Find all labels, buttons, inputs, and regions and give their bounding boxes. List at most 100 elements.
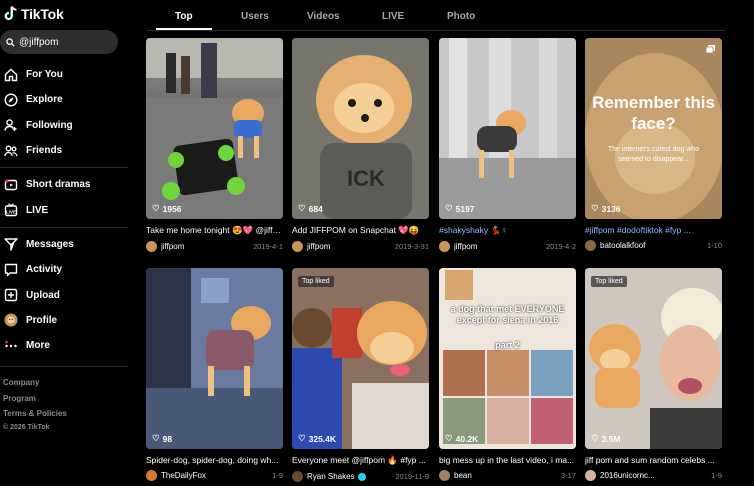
sidebar: TikTok @jiffpom For You Explore Followin… xyxy=(0,0,132,486)
author-name[interactable]: jiffpom xyxy=(161,242,253,251)
nav-label: Profile xyxy=(26,314,58,326)
nav-messages[interactable]: Messages xyxy=(0,232,132,257)
video-card[interactable]: a dog that met EVERYONE except for siena… xyxy=(439,268,576,481)
avatar-icon xyxy=(4,313,18,327)
video-card[interactable]: ♡ 5197 #shakyshaky 💃♀ jiffpom 2019-4-2 xyxy=(439,38,576,252)
nav-activity[interactable]: Activity xyxy=(0,257,132,282)
ryan-shakes-image xyxy=(292,268,429,449)
video-thumbnail[interactable]: ♡ 1956 xyxy=(146,38,283,219)
video-card[interactable]: ♡ 98 Spider-dog, spider-dog, doing wh... … xyxy=(146,268,283,481)
nav-divider xyxy=(0,226,128,228)
hashtag-link[interactable]: #jiffpom #dodoftiktok #fyp ... xyxy=(585,225,691,235)
video-thumbnail[interactable]: ICK ♡ 684 xyxy=(292,38,429,219)
video-meta: jiffpom 2019-4-2 xyxy=(439,241,576,252)
video-thumbnail[interactable]: ♡ 98 xyxy=(146,268,283,449)
overlay-subtitle: The internet's cutest dog who seemed to … xyxy=(607,146,700,163)
like-count: ♡ 3136 xyxy=(591,203,621,214)
author-avatar[interactable] xyxy=(146,470,157,481)
author-avatar[interactable] xyxy=(439,470,450,481)
friends-icon xyxy=(4,144,18,158)
video-thumbnail[interactable]: Remember this face? The internet's cutes… xyxy=(585,38,722,219)
author-name[interactable]: TheDailyFox xyxy=(161,471,272,480)
nav-following[interactable]: Following xyxy=(0,113,132,138)
video-caption[interactable]: Everyone meet @jiffpom 🔥 #fyp ... xyxy=(292,455,429,466)
author-name[interactable]: 2016unicornc... xyxy=(600,471,711,480)
nav-for-you[interactable]: For You xyxy=(0,62,132,87)
post-date: 2019-4-2 xyxy=(545,242,576,251)
sidebar-footer: Company Program Terms & Policies © 2026 … xyxy=(3,375,67,434)
tab-top[interactable]: Top xyxy=(175,11,193,22)
author-avatar[interactable] xyxy=(585,240,596,251)
search-tabs: Top Users Videos LIVE Photo xyxy=(146,0,726,31)
nav-label: Activity xyxy=(26,264,63,276)
video-thumbnail[interactable]: a dog that met EVERYONE except for siena… xyxy=(439,268,576,449)
collage-image xyxy=(439,268,576,449)
video-card[interactable]: Remember this face? The internet's cutes… xyxy=(585,38,722,251)
video-caption[interactable]: #shakyshaky 💃♀ xyxy=(439,225,576,236)
nav-live[interactable]: LIVE LIVE xyxy=(0,197,132,222)
nav-more[interactable]: More xyxy=(0,333,132,358)
like-count: ♡ 325.4K xyxy=(298,433,336,444)
video-card[interactable]: Top liked ♡ 325.4K Everyone meet @jiffpom… xyxy=(292,268,429,482)
author-avatar[interactable] xyxy=(292,471,303,482)
author-name[interactable]: jiffpom xyxy=(454,242,546,251)
footer-program-link[interactable]: Program xyxy=(3,391,67,407)
tab-photo[interactable]: Photo xyxy=(447,11,475,22)
heart-outline-icon: ♡ xyxy=(591,433,599,443)
author-name[interactable]: bean xyxy=(454,471,561,480)
nav-label: For You xyxy=(26,69,63,81)
author-avatar[interactable] xyxy=(585,470,596,481)
video-card[interactable]: Top liked ♡ 3.5M jiff pom and sum random … xyxy=(585,268,722,481)
author-avatar[interactable] xyxy=(439,241,450,252)
hashtag-link[interactable]: #shakyshaky 💃♀ xyxy=(439,225,507,235)
search-input[interactable]: @jiffpom xyxy=(0,30,118,54)
nav-label: More xyxy=(26,340,50,352)
author-avatar[interactable] xyxy=(292,241,303,252)
nav-label: Explore xyxy=(26,94,63,106)
author-name[interactable]: Ryan Shakes xyxy=(307,472,395,481)
video-meta: TheDailyFox 1-9 xyxy=(146,470,283,481)
nav-short-dramas[interactable]: Short dramas xyxy=(0,172,132,197)
author-name[interactable]: batoolalkfoof xyxy=(600,241,707,250)
like-count: ♡ 3.5M xyxy=(591,433,621,444)
video-card[interactable]: ICK ♡ 684 Add JIFFPOM on Snapchat 💖😝 jiff… xyxy=(292,38,429,252)
nav-label: Following xyxy=(26,119,73,131)
footer-terms-link[interactable]: Terms & Policies xyxy=(3,406,67,422)
post-date: 2019-3-31 xyxy=(394,242,429,251)
user-plus-icon xyxy=(4,118,18,132)
compass-icon xyxy=(4,93,18,107)
video-meta: 2016unicornc... 1-9 xyxy=(585,470,722,481)
nav-explore[interactable]: Explore xyxy=(0,87,132,112)
video-thumbnail[interactable]: ♡ 5197 xyxy=(439,38,576,219)
author-name[interactable]: jiffpom xyxy=(307,242,395,251)
video-thumbnail[interactable]: Top liked ♡ 325.4K xyxy=(292,268,429,449)
video-caption[interactable]: Add JIFFPOM on Snapchat 💖😝 xyxy=(292,225,429,236)
author-avatar[interactable] xyxy=(146,241,157,252)
search-value: @jiffpom xyxy=(19,36,59,48)
post-date: 1-10 xyxy=(706,241,722,250)
post-date: 1-9 xyxy=(272,471,283,480)
post-date: 1-9 xyxy=(711,471,722,480)
short-dramas-icon xyxy=(4,178,18,192)
nav-friends[interactable]: Friends xyxy=(0,138,132,163)
video-caption[interactable]: Spider-dog, spider-dog, doing wh... xyxy=(146,455,283,465)
video-caption[interactable]: #jiffpom #dodoftiktok #fyp ... xyxy=(585,225,722,235)
tab-live[interactable]: LIVE xyxy=(382,11,404,22)
upload-icon xyxy=(4,288,18,302)
video-thumbnail[interactable]: Top liked ♡ 3.5M xyxy=(585,268,722,449)
nav-upload[interactable]: Upload xyxy=(0,282,132,307)
nav-profile[interactable]: Profile xyxy=(0,308,132,333)
video-caption[interactable]: big mess up in the last video, i ma... xyxy=(439,455,576,465)
video-caption[interactable]: jiff pom and sum random celebs ... xyxy=(585,455,722,465)
nav-label: Friends xyxy=(26,145,63,157)
nav-label: Messages xyxy=(26,238,74,250)
svg-text:LIVE: LIVE xyxy=(6,210,16,215)
tab-users[interactable]: Users xyxy=(241,11,269,22)
tiktok-logo[interactable]: TikTok xyxy=(4,6,64,22)
video-card[interactable]: ♡ 1956 Take me home tonight 😍💖 @jiffp... … xyxy=(146,38,283,252)
tab-videos[interactable]: Videos xyxy=(307,11,340,22)
heart-outline-icon: ♡ xyxy=(298,433,306,443)
heart-outline-icon: ♡ xyxy=(591,203,599,213)
footer-company-link[interactable]: Company xyxy=(3,375,67,391)
video-caption[interactable]: Take me home tonight 😍💖 @jiffp... xyxy=(146,225,283,236)
